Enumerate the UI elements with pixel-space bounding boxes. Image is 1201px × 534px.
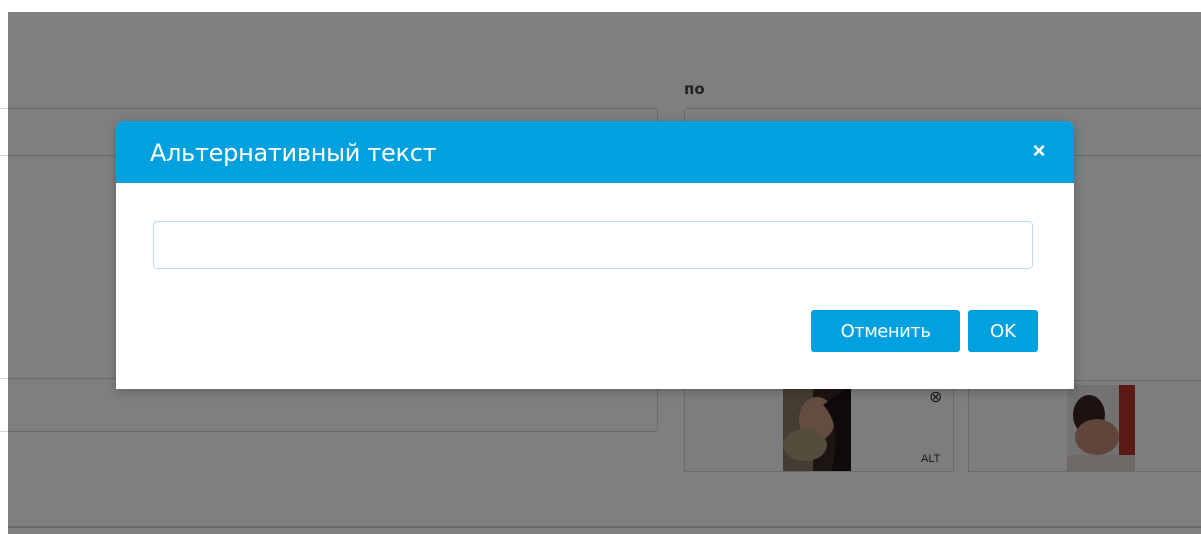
dialog-title: Альтернативный текст [150,139,437,167]
alt-text-dialog: Альтернативный текст × Отменить OK [116,121,1074,389]
dialog-header: Альтернативный текст × [116,121,1074,183]
top-strip [0,0,1201,12]
close-icon[interactable]: × [1030,140,1048,162]
ok-button[interactable]: OK [968,310,1038,352]
left-edge [0,12,8,534]
alt-text-input[interactable] [153,221,1033,269]
cancel-button[interactable]: Отменить [811,310,960,352]
